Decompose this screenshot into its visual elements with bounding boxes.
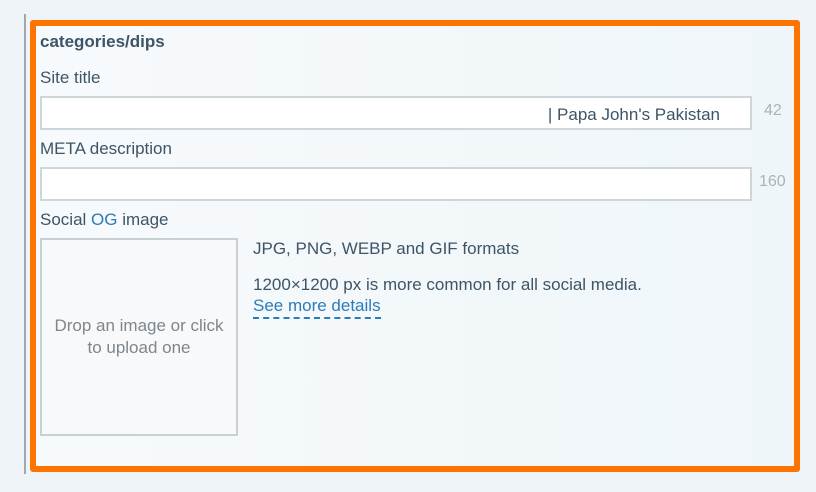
meta-description-input[interactable]: [42, 169, 750, 199]
page: categories/dips Site title | Papa John's…: [0, 0, 816, 492]
social-og-image-label: Social OG image: [40, 210, 169, 230]
see-more-details-link[interactable]: See more details: [253, 296, 381, 319]
left-divider: [24, 14, 26, 474]
site-title-char-counter: 42: [764, 102, 782, 119]
site-title-label: Site title: [40, 68, 101, 87]
image-formats-text: JPG, PNG, WEBP and GIF formats: [253, 239, 520, 258]
seo-settings-panel: categories/dips Site title | Papa John's…: [30, 20, 800, 472]
page-path-title: categories/dips: [40, 32, 165, 51]
dropzone-text: Drop an image or click to upload one: [54, 316, 224, 357]
meta-description-label: META description: [40, 139, 172, 158]
site-title-suffix: | Papa John's Pakistan: [547, 105, 720, 125]
og-abbreviation: OG: [91, 210, 118, 229]
image-size-hint: 1200×1200 px is more common for all soci…: [253, 275, 642, 294]
social-og-label-suffix: image: [117, 210, 169, 229]
social-og-label-prefix: Social: [40, 210, 92, 229]
meta-description-field[interactable]: [40, 167, 752, 201]
image-upload-dropzone[interactable]: Drop an image or click to upload one: [40, 238, 238, 436]
meta-description-char-counter: 160: [759, 173, 786, 190]
site-title-field[interactable]: | Papa John's Pakistan: [40, 96, 752, 130]
